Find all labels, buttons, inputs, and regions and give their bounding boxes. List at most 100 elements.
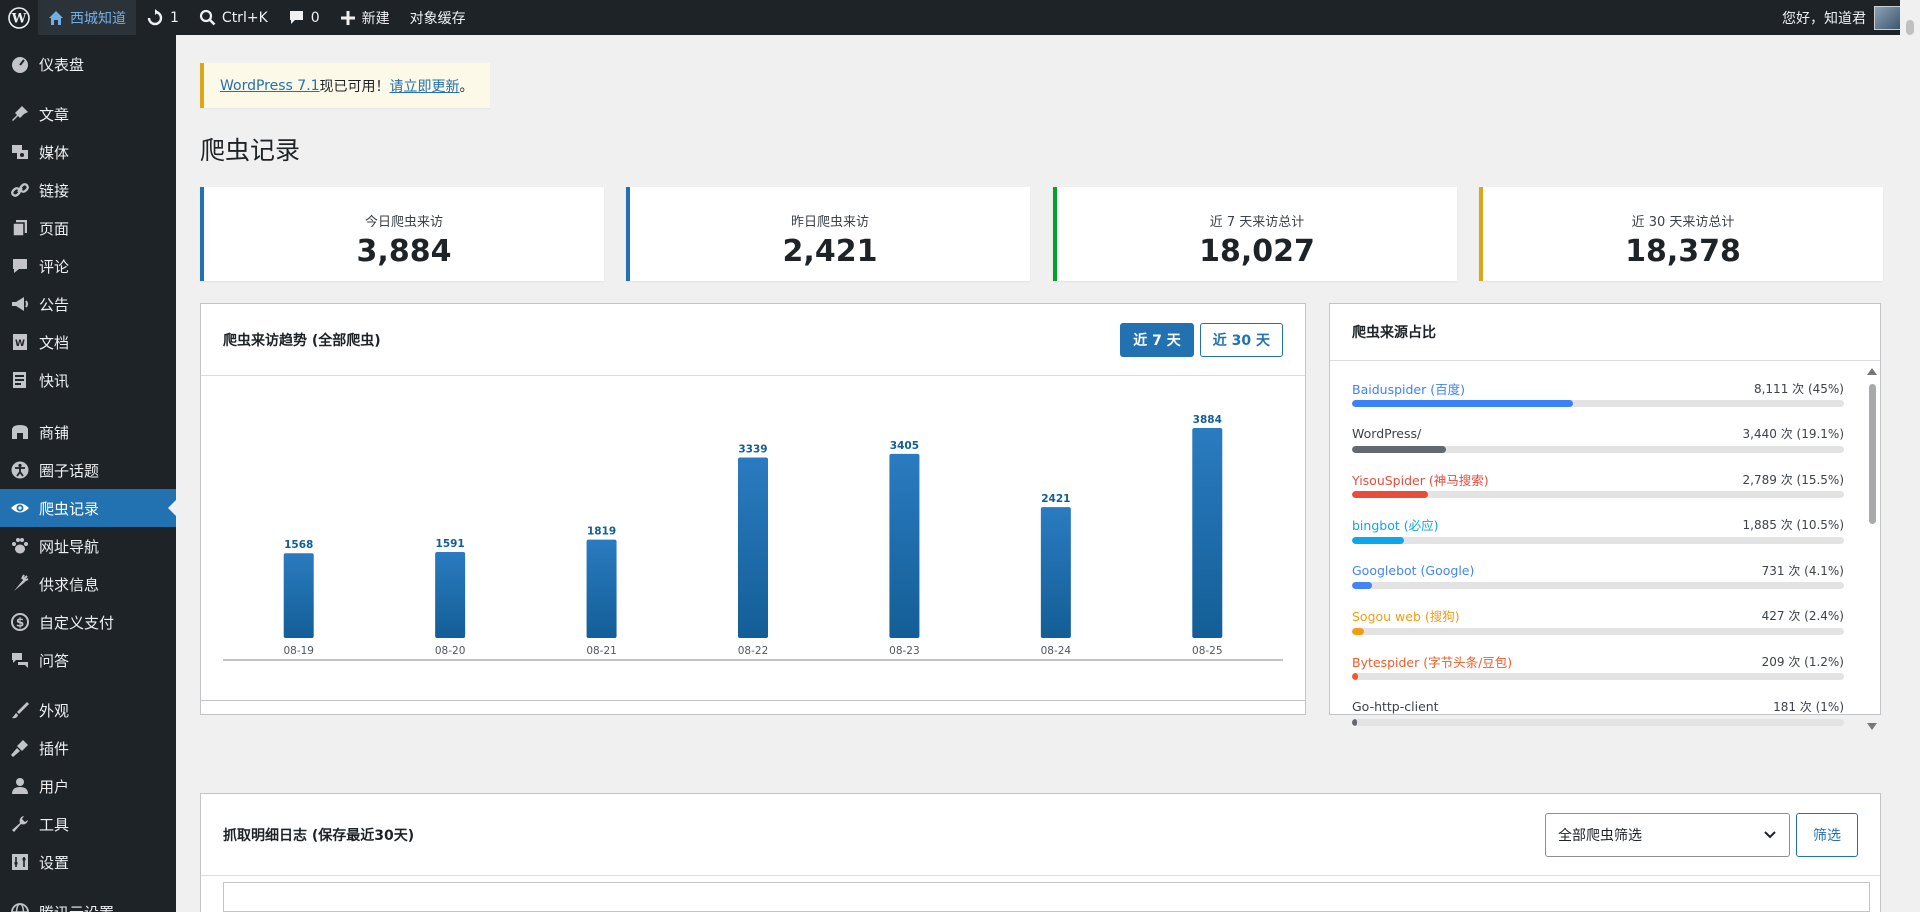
sidebar-item[interactable]: 工具	[0, 805, 176, 843]
sidebar-item[interactable]: 问答	[0, 641, 176, 679]
sources-title: 爬虫来源占比	[1352, 325, 1436, 341]
range-30-days-button[interactable]: 近 30 天	[1199, 322, 1283, 357]
chart-bar[interactable]	[586, 539, 617, 638]
sidebar-item-label: 外观	[39, 701, 70, 720]
sidebar-item[interactable]: 评论	[0, 247, 176, 285]
source-progress-fill	[1352, 718, 1357, 726]
sidebar-item[interactable]: 仪表盘	[0, 45, 176, 83]
chart-bar[interactable]	[1192, 428, 1223, 638]
chart-x-tick-label: 08-23	[889, 645, 920, 657]
sidebar-item[interactable]: 网址导航	[0, 527, 176, 565]
update-now-link[interactable]: 请立即更新	[390, 76, 460, 96]
brush-icon	[10, 700, 30, 720]
source-count: 8,111 次 (45%)	[1753, 381, 1844, 396]
paw-icon	[10, 536, 30, 556]
sidebar-item[interactable]: 商铺	[0, 413, 176, 451]
source-row: Googlebot (Google) 731 次 (4.1%)	[1352, 560, 1844, 606]
range-7-days-button[interactable]: 近 7 天	[1120, 322, 1194, 357]
source-row: Bytespider (字节头条/豆包) 209 次 (1.2%)	[1352, 651, 1844, 697]
chart-value-label: 3405	[890, 440, 919, 452]
stat-value: 18,378	[1625, 234, 1741, 269]
wordpress-logo-icon[interactable]: W	[0, 0, 38, 35]
sidebar-item[interactable]: 插件	[0, 729, 176, 767]
sidebar-item[interactable]: $ 自定义支付	[0, 603, 176, 641]
sidebar-item[interactable]: 公告	[0, 285, 176, 323]
sidebar-item[interactable]: 圈子话题	[0, 451, 176, 489]
source-progress-track	[1352, 536, 1844, 544]
stat-label: 近 7 天来访总计	[1209, 215, 1305, 230]
comments-link[interactable]: 0	[278, 0, 330, 35]
chart-bar[interactable]	[435, 551, 466, 638]
source-row-top: WordPress/3,440 次 (19.1%)	[1352, 424, 1844, 444]
source-name: Sogou web (搜狗)	[1352, 609, 1460, 624]
sidebar-item[interactable]: 供求信息	[0, 565, 176, 603]
source-name: Baiduspider (百度)	[1352, 381, 1465, 397]
scroll-up-icon[interactable]	[1867, 368, 1877, 375]
stat-value: 2,421	[782, 234, 878, 269]
chart-bar[interactable]	[889, 453, 920, 638]
sidebar-item-label: 文章	[39, 105, 70, 124]
stat-card-yesterday: 昨日爬虫来访 2,421	[626, 187, 1030, 281]
sidebar-item[interactable]: 链接	[0, 171, 176, 209]
sidebar-item[interactable]: 媒体	[0, 133, 176, 171]
news-icon	[10, 370, 30, 390]
sidebar-item-label: 商铺	[39, 423, 70, 442]
stat-card-7days: 近 7 天来访总计 18,027	[1053, 187, 1457, 281]
sidebar-item[interactable]: 爬虫记录	[0, 489, 176, 527]
source-row-top: Go-http-client 181 次 (1%)	[1352, 697, 1844, 717]
chart-bar[interactable]	[1040, 507, 1071, 638]
source-row: YisouSpider (神马搜索) 2,789 次 (15.5%)	[1352, 469, 1844, 515]
update-notice: WordPress 7.1 现已可用！ 请立即更新 。	[200, 63, 490, 108]
sidebar-item-label: 页面	[39, 219, 70, 238]
page-scrollbar[interactable]	[1900, 0, 1920, 912]
source-count: 731 次 (4.1%)	[1761, 563, 1844, 578]
scroll-down-icon[interactable]	[1867, 723, 1877, 730]
source-name: Googlebot (Google)	[1352, 562, 1475, 578]
source-row-top: Bytespider (字节头条/豆包) 209 次 (1.2%)	[1352, 651, 1844, 671]
page-scroll-thumb[interactable]	[1906, 20, 1914, 35]
source-progress-track	[1352, 491, 1844, 498]
user-icon	[10, 776, 30, 796]
source-name: bingbot (必应)	[1352, 518, 1439, 533]
filter-select-value: 全部爬虫筛选	[1558, 827, 1642, 844]
source-progress-fill	[1352, 400, 1574, 407]
comment-icon	[10, 256, 30, 276]
sidebar-item[interactable]: 用户	[0, 767, 176, 805]
stat-label: 近 30 天来访总计	[1631, 215, 1735, 230]
wrench-icon	[10, 814, 30, 834]
scroll-thumb[interactable]	[1869, 384, 1876, 524]
search-shortcut-link[interactable]: Ctrl+K	[189, 0, 278, 35]
spider-filter-select[interactable]: 全部爬虫筛选	[1545, 812, 1790, 857]
chart-bar[interactable]	[283, 553, 314, 638]
wordpress-version-link[interactable]: WordPress 7.1	[220, 78, 320, 94]
sidebar-item[interactable]: 快讯	[0, 361, 176, 399]
source-row-top: Googlebot (Google) 731 次 (4.1%)	[1352, 560, 1844, 580]
dollar-icon: $	[10, 612, 30, 632]
stat-value: 18,027	[1199, 234, 1315, 269]
sidebar-item[interactable]: 外观	[0, 691, 176, 729]
sources-scrollbar[interactable]	[1866, 362, 1878, 736]
sidebar-item[interactable]: 设置	[0, 843, 176, 881]
sidebar-item-label: 媒体	[39, 143, 70, 162]
shop-icon	[10, 422, 30, 442]
sidebar-item[interactable]: 文章	[0, 95, 176, 133]
source-count: 3,440 次 (19.1%)	[1742, 427, 1844, 441]
source-row-top: YisouSpider (神马搜索) 2,789 次 (15.5%)	[1352, 469, 1844, 489]
source-name: WordPress/	[1352, 426, 1422, 441]
notice-text: 现已可用！	[319, 78, 390, 95]
sidebar-item[interactable]: 页面	[0, 209, 176, 247]
updates-link[interactable]: 1	[136, 0, 189, 35]
sidebar-item-label: 公告	[39, 295, 70, 314]
dashboard-icon	[10, 54, 30, 74]
chart-bar[interactable]	[738, 457, 768, 638]
new-content-link[interactable]: 新建	[330, 0, 400, 35]
svg-text:W: W	[11, 11, 27, 26]
sidebar-item[interactable]: 腾讯云设置	[0, 893, 176, 912]
chart-x-tick-label: 08-22	[738, 645, 769, 657]
source-row-top: Sogou web (搜狗) 427 次 (2.4%)	[1352, 606, 1844, 626]
object-cache-link[interactable]: 对象缓存	[400, 0, 476, 35]
filter-button[interactable]: 筛选	[1796, 812, 1858, 857]
site-name-link[interactable]: 西城知道	[38, 0, 136, 35]
chat-icon	[10, 650, 30, 670]
sidebar-item[interactable]: W 文档	[0, 323, 176, 361]
